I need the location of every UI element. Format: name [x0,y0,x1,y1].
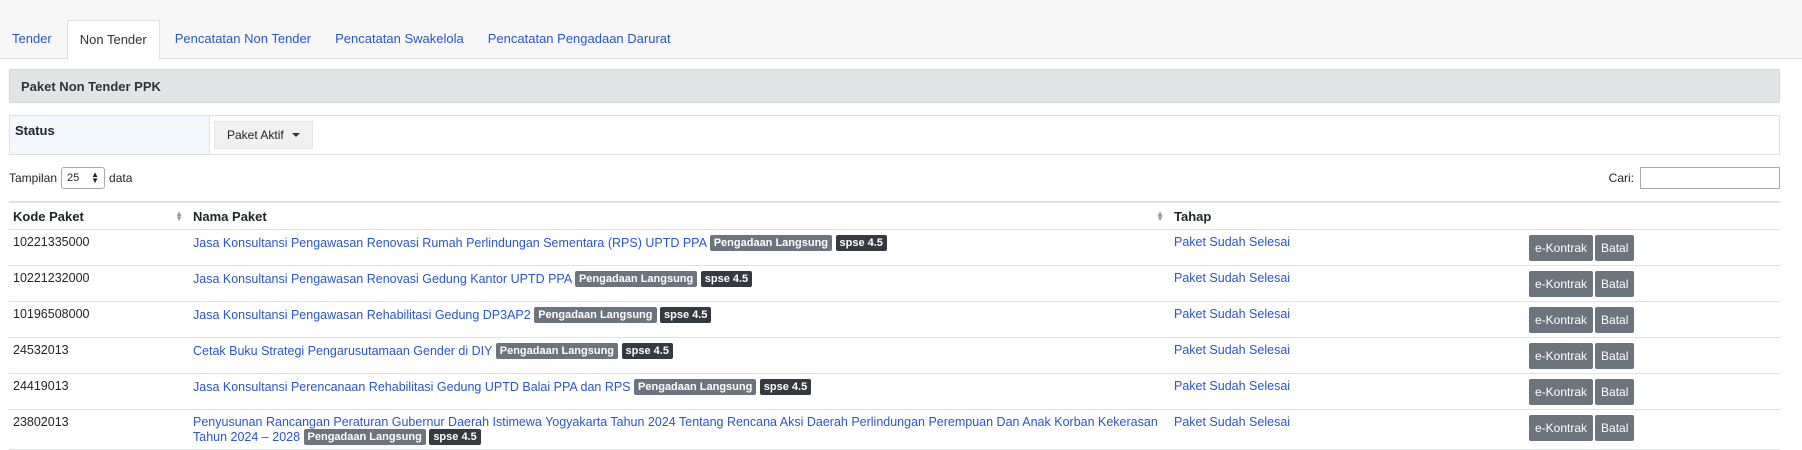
table-controls: Tampilan 25 ▲ ▼ data Cari: [9,166,1780,190]
search-input[interactable] [1640,167,1780,189]
kode-paket-cell: 24532013 [9,337,189,374]
status-filter-row: Status Paket Aktif [9,115,1780,155]
nama-paket-cell: Jasa Konsultansi Perencanaan Rehabilitas… [189,373,1170,410]
tahap-cell: Paket Sudah Selesai [1170,373,1525,410]
version-badge: spse 4.5 [835,235,887,251]
e-kontrak-button[interactable]: e-Kontrak [1529,235,1594,261]
header-kode-paket[interactable]: Kode Paket ▲ ▼ [9,202,189,230]
sort-icon: ▲ ▼ [1156,209,1164,223]
batal-button[interactable]: Batal [1595,307,1635,333]
nama-paket-cell: Jasa Konsultansi Pengawasan Rehabilitasi… [189,301,1170,338]
header-nama-paket[interactable]: Nama Paket ▲ ▼ [189,202,1170,230]
panel-title: Paket Non Tender PPK [9,69,1780,103]
tahap-cell: Paket Sudah Selesai [1170,229,1525,266]
method-badge: Pengadaan Langsung [534,307,657,323]
tab-bar: Tender Non Tender Pencatatan Non Tender … [0,20,683,60]
tahap-cell: Paket Sudah Selesai [1170,409,1525,450]
packages-table: Kode Paket ▲ ▼ Nama Paket ▲ ▼ Tahap 10221335… [9,201,1780,450]
method-badge: Pengadaan Langsung [495,343,619,359]
kode-paket-cell: 10221335000 [9,229,189,266]
version-badge: spse 4.5 [429,429,481,445]
tab-non-tender[interactable]: Non Tender [66,20,160,60]
e-kontrak-button[interactable]: e-Kontrak [1529,343,1594,369]
table-row: 10196508000 Jasa Konsultansi Pengawasan … [9,301,1780,338]
kode-paket-cell: 23802013 [9,409,189,450]
page-length: Tampilan 25 ▲ ▼ data [9,166,1780,190]
version-badge: spse 4.5 [621,343,673,359]
search-label: Cari: [1608,171,1634,185]
package-name-link[interactable]: Jasa Konsultansi Perencanaan Rehabilitas… [193,380,631,394]
package-name-link[interactable]: Jasa Konsultansi Pengawasan Renovasi Ged… [193,272,571,286]
version-badge: spse 4.5 [759,379,812,395]
tahap-cell: Paket Sudah Selesai [1170,301,1525,338]
table-row: 23802013 Penyusunan Rancangan Peraturan … [9,409,1780,450]
batal-button[interactable]: Batal [1595,235,1635,261]
table-header-row: Kode Paket ▲ ▼ Nama Paket ▲ ▼ Tahap [9,202,1780,230]
actions-cell: e-Kontrak Batal [1525,265,1780,302]
nama-paket-cell: Penyusunan Rancangan Peraturan Gubernur … [189,409,1170,450]
nama-paket-cell: Jasa Konsultansi Pengawasan Renovasi Rum… [189,229,1170,266]
nama-paket-cell: Cetak Buku Strategi Pengarusutamaan Gend… [189,337,1170,374]
header-tahap: Tahap [1174,208,1212,224]
e-kontrak-button[interactable]: e-Kontrak [1529,271,1594,297]
tab-tender[interactable]: Tender [0,20,64,58]
kode-paket-cell: 10196508000 [9,301,189,338]
e-kontrak-button[interactable]: e-Kontrak [1529,379,1594,405]
tab-pencatatan-non-tender[interactable]: Pencatatan Non Tender [163,20,323,58]
tahap-link[interactable]: Paket Sudah Selesai [1174,271,1290,285]
tahap-link[interactable]: Paket Sudah Selesai [1174,343,1290,357]
tahap-link[interactable]: Paket Sudah Selesai [1174,307,1290,321]
table-row: 10221335000 Jasa Konsultansi Pengawasan … [9,229,1780,266]
actions-cell: e-Kontrak Batal [1525,337,1780,374]
table-row: 24532013 Cetak Buku Strategi Pengarusuta… [9,337,1780,374]
table-row: 24419013 Jasa Konsultansi Perencanaan Re… [9,373,1780,410]
sort-icon: ▲ ▼ [175,209,183,223]
tahap-link[interactable]: Paket Sudah Selesai [1174,235,1290,249]
nama-paket-cell: Jasa Konsultansi Pengawasan Renovasi Ged… [189,265,1170,302]
version-badge: spse 4.5 [700,271,753,287]
top-bar: Tender Non Tender Pencatatan Non Tender … [0,0,1802,60]
batal-button[interactable]: Batal [1595,415,1635,441]
status-label: Status [10,116,210,154]
batal-button[interactable]: Batal [1595,271,1635,297]
tahap-link[interactable]: Paket Sudah Selesai [1174,379,1290,393]
package-name-link[interactable]: Jasa Konsultansi Pengawasan Renovasi Rum… [193,236,706,250]
page-length-value: 25 [67,172,80,184]
header-actions [1525,202,1780,230]
package-name-link[interactable]: Jasa Konsultansi Pengawasan Rehabilitasi… [193,308,531,322]
caret-down-icon [291,133,300,137]
updown-arrows-icon: ▲ ▼ [91,170,100,185]
page-length-prefix: Tampilan [9,171,58,185]
method-badge: Pengadaan Langsung [709,235,833,251]
actions-cell: e-Kontrak Batal [1525,373,1780,410]
batal-button[interactable]: Batal [1595,379,1635,405]
method-badge: Pengadaan Langsung [634,379,757,395]
tab-pencatatan-swakelola[interactable]: Pencatatan Swakelola [323,20,476,58]
page-length-suffix: data [109,171,133,185]
kode-paket-cell: 10221232000 [9,265,189,302]
table-row: 10221232000 Jasa Konsultansi Pengawasan … [9,265,1780,302]
tab-pencatatan-pengadaan-darurat[interactable]: Pencatatan Pengadaan Darurat [476,20,683,58]
status-dropdown[interactable]: Paket Aktif [214,121,313,149]
page-length-select[interactable]: 25 ▲ ▼ [61,167,106,189]
e-kontrak-button[interactable]: e-Kontrak [1529,415,1594,441]
status-selected-value: Paket Aktif [227,128,284,142]
tahap-link[interactable]: Paket Sudah Selesai [1174,415,1290,429]
version-badge: spse 4.5 [659,307,712,323]
tahap-cell: Paket Sudah Selesai [1170,265,1525,302]
method-badge: Pengadaan Langsung [303,429,426,445]
method-badge: Pengadaan Langsung [574,271,698,287]
search-box: Cari: [1609,166,1780,190]
kode-paket-cell: 24419013 [9,373,189,410]
actions-cell: e-Kontrak Batal [1525,229,1780,266]
e-kontrak-button[interactable]: e-Kontrak [1529,307,1594,333]
batal-button[interactable]: Batal [1595,343,1635,369]
actions-cell: e-Kontrak Batal [1525,301,1780,338]
actions-cell: e-Kontrak Batal [1525,409,1780,450]
tahap-cell: Paket Sudah Selesai [1170,337,1525,374]
package-name-link[interactable]: Cetak Buku Strategi Pengarusutamaan Gend… [193,344,492,358]
